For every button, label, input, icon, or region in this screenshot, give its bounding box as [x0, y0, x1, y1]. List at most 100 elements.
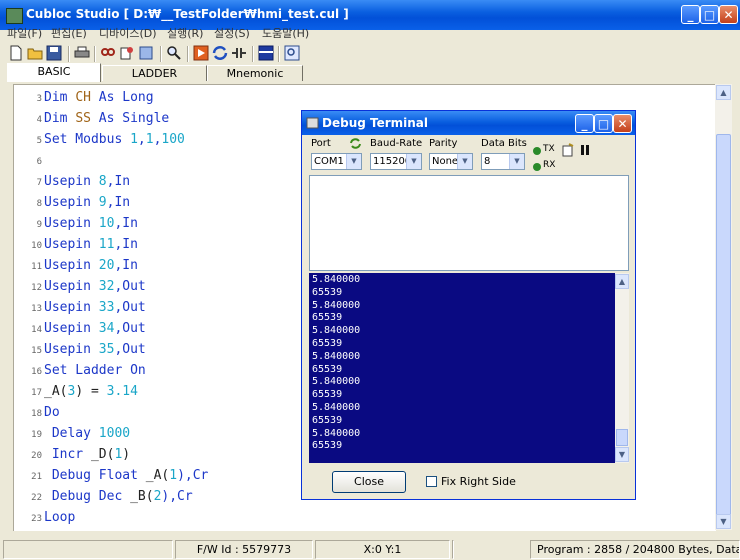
- port-select[interactable]: COM1 ▼: [311, 153, 362, 170]
- menu-run[interactable]: 실행(R): [167, 25, 203, 43]
- save-icon[interactable]: [46, 45, 62, 61]
- baud-select[interactable]: 115200 ▼: [370, 153, 422, 170]
- maximize-button[interactable]: □: [700, 5, 719, 24]
- code-text: Usepin 9,In: [42, 195, 130, 210]
- tab-mnemonic[interactable]: Mnemonic: [207, 65, 303, 81]
- ladder-icon[interactable]: [231, 45, 247, 61]
- tab-basic[interactable]: BASIC: [7, 63, 101, 82]
- scroll-up-icon[interactable]: ▲: [615, 274, 629, 289]
- code-token: ,Out: [114, 342, 146, 357]
- scroll-down-icon[interactable]: ▼: [615, 447, 629, 462]
- code-line[interactable]: 16 Set Ladder On: [14, 360, 146, 381]
- zoom-icon[interactable]: [166, 45, 182, 61]
- code-token: Debug Float: [44, 468, 146, 483]
- code-line[interactable]: 8 Usepin 9,In: [14, 192, 131, 213]
- code-line[interactable]: 21 Debug Float _A(1),Cr: [14, 465, 208, 486]
- code-line[interactable]: 9 Usepin 10,In: [14, 213, 138, 234]
- debug-minimize-button[interactable]: _: [575, 114, 594, 133]
- fix-right-side-label: Fix Right Side: [441, 475, 516, 488]
- debug-icon[interactable]: [284, 45, 300, 61]
- rx-indicator: [533, 163, 541, 171]
- device-icon[interactable]: [138, 45, 154, 61]
- terminal-icon: [306, 117, 319, 129]
- code-text: Incr _D(1): [42, 447, 130, 462]
- tab-ladder[interactable]: LADDER: [102, 65, 207, 81]
- code-token: ,In: [114, 216, 138, 231]
- code-line[interactable]: 15 Usepin 35,Out: [14, 339, 146, 360]
- code-line[interactable]: 11 Usepin 20,In: [14, 255, 138, 276]
- editor-scrollbar[interactable]: ▲ ▼: [715, 84, 732, 530]
- code-token: 10: [98, 216, 115, 231]
- code-line[interactable]: 3 Dim CH As Long: [14, 87, 154, 108]
- code-text: Set Ladder On: [42, 363, 146, 378]
- port-value: COM1: [314, 156, 344, 167]
- scroll-down-icon[interactable]: ▼: [716, 514, 731, 529]
- code-line[interactable]: 17 _A(3) = 3.14: [14, 381, 138, 402]
- code-line[interactable]: 14 Usepin 34,Out: [14, 318, 146, 339]
- status-fw-id: F/W Id : 5579773: [175, 540, 313, 559]
- code-token: ) =: [75, 384, 107, 399]
- find-icon[interactable]: [100, 45, 116, 61]
- menu-settings[interactable]: 설정(S): [214, 25, 250, 43]
- code-token: ,In: [106, 174, 131, 189]
- code-line[interactable]: 23 Loop: [14, 507, 75, 528]
- code-line[interactable]: 10 Usepin 11,In: [14, 234, 138, 255]
- code-line[interactable]: 20 Incr _D(1): [14, 444, 130, 465]
- monitor-icon[interactable]: [258, 45, 274, 61]
- output-line: 5.840000: [312, 427, 361, 439]
- code-line[interactable]: 12 Usepin 32,Out: [14, 276, 146, 297]
- open-folder-icon[interactable]: [27, 45, 43, 61]
- databits-select[interactable]: 8 ▼: [481, 153, 525, 170]
- code-line[interactable]: 19 Delay 1000: [14, 423, 130, 444]
- code-token: 9: [98, 195, 107, 210]
- code-line[interactable]: 18 Do: [14, 402, 60, 423]
- debug-close-button-bottom[interactable]: Close: [332, 471, 406, 493]
- fix-right-side-checkbox[interactable]: [426, 476, 437, 487]
- scroll-up-icon[interactable]: ▲: [716, 85, 731, 100]
- code-line[interactable]: 22 Debug Dec _B(2),Cr: [14, 486, 193, 507]
- code-token: Set Ladder On: [44, 363, 146, 378]
- line-number: 5: [36, 136, 42, 146]
- debug-close-button[interactable]: ✕: [613, 114, 632, 133]
- menu-device[interactable]: 디바이스(D): [99, 25, 157, 43]
- debug-maximize-button[interactable]: □: [594, 114, 613, 133]
- debug-input-area[interactable]: [309, 175, 629, 271]
- code-line[interactable]: 13 Usepin 33,Out: [14, 297, 146, 318]
- code-line[interactable]: 5 Set Modbus 1,1,100: [14, 129, 185, 150]
- run-icon[interactable]: [193, 45, 209, 61]
- debug-output-scrollbar[interactable]: ▲ ▼: [615, 273, 629, 463]
- menu-edit[interactable]: 편집(E): [51, 25, 87, 43]
- code-text: Usepin 8,In: [42, 174, 130, 189]
- scroll-thumb[interactable]: [616, 429, 628, 446]
- clear-icon[interactable]: [561, 143, 574, 157]
- pause-icon[interactable]: [580, 145, 590, 155]
- status-empty: [452, 540, 454, 559]
- code-line[interactable]: 7 Usepin 8,In: [14, 171, 131, 192]
- code-token: Set Modbus: [44, 132, 131, 147]
- code-line[interactable]: 6: [14, 150, 44, 171]
- line-number: 15: [31, 346, 42, 356]
- toolbar-separator: [68, 46, 70, 62]
- code-token: _B(: [130, 489, 154, 504]
- scroll-thumb[interactable]: [716, 134, 731, 529]
- code-token: Dim: [44, 90, 76, 105]
- refresh-icon[interactable]: [349, 137, 362, 150]
- code-token: 3.14: [106, 384, 138, 399]
- code-text: Usepin 32,Out: [42, 279, 146, 294]
- code-token: ,Out: [114, 279, 146, 294]
- minimize-button[interactable]: _: [681, 5, 700, 24]
- code-token: CH: [75, 90, 91, 105]
- replace-icon[interactable]: [119, 45, 135, 61]
- menu-help[interactable]: 도움말(H): [262, 25, 309, 43]
- menu-file[interactable]: 파일(F): [7, 25, 42, 43]
- chevron-down-icon: ▼: [346, 154, 361, 169]
- code-line[interactable]: 4 Dim SS As Single: [14, 108, 170, 129]
- close-button[interactable]: ✕: [719, 5, 738, 24]
- print-icon[interactable]: [74, 45, 90, 61]
- reset-icon[interactable]: [212, 45, 228, 61]
- new-file-icon[interactable]: [8, 45, 24, 61]
- debug-output-area[interactable]: 5.840000 65539 5.840000 65539 5.840000 65539 5…: [309, 273, 616, 463]
- output-line: 5.840000: [312, 402, 361, 413]
- parity-select[interactable]: None ▼: [429, 153, 473, 170]
- code-token: Dim: [44, 111, 76, 126]
